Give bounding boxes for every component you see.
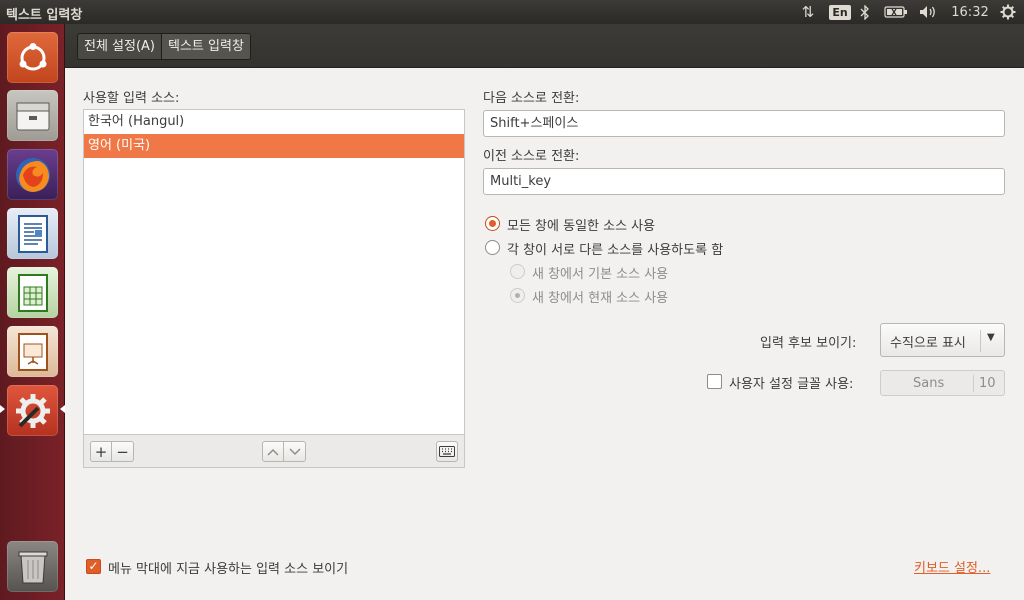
font-divider [973,375,974,392]
candidates-label: 입력 후보 보이기: [760,336,857,351]
show-indicator-checkbox[interactable]: ✓ [86,559,101,574]
window-title: 텍스트 입력창 [6,8,83,23]
font-name: Sans [913,376,945,391]
combo-divider [980,330,981,352]
same-source-label: 모든 창에 동일한 소스 사용 [507,219,656,234]
list-item[interactable]: 영어 (미국) [84,134,464,158]
same-source-radio[interactable] [485,216,500,231]
keyboard-layout-button[interactable] [436,441,458,462]
list-toolbar: + − [83,435,465,468]
chevron-down-icon [288,447,301,455]
settings-toolbar: 전체 설정(A) 텍스트 입력창 [65,24,1024,68]
next-source-label: 다음 소스로 전환: [483,91,580,106]
candidates-value: 수직으로 표시 [890,336,966,351]
language-badge: En [829,4,851,20]
remove-source-button[interactable]: − [112,441,134,462]
tab-text-entry[interactable]: 텍스트 입력창 [161,34,250,59]
add-source-button[interactable]: + [90,441,112,462]
chevron-up-icon [267,448,279,456]
keyboard-icon [439,446,455,457]
next-source-shortcut-field[interactable]: Shift+스페이스 [483,110,1005,137]
prev-source-shortcut-field[interactable]: Multi_key [483,168,1005,195]
input-sources-list[interactable]: 한국어 (Hangul) 영어 (미국) [83,109,465,435]
sources-label: 사용할 입력 소스: [83,91,180,106]
keyboard-indicator[interactable]: En [829,0,851,24]
move-down-button[interactable] [284,441,306,462]
dropdown-arrow-icon: ▼ [987,332,995,343]
different-source-label: 각 창이 서로 다른 소스를 사용하도록 함 [507,243,724,258]
gear-icon[interactable] [996,0,1020,24]
different-source-radio[interactable] [485,240,500,255]
system-settings-icon[interactable] [7,385,58,436]
font-picker-button[interactable]: Sans 10 [880,370,1005,396]
show-indicator-label: 메뉴 막대에 지금 사용하는 입력 소스 보이기 [108,562,349,577]
move-up-button[interactable] [262,441,284,462]
dash-home-icon[interactable] [7,32,58,83]
tab-all-settings[interactable]: 전체 설정(A) [78,34,161,59]
libreoffice-impress-icon[interactable] [7,326,58,377]
font-size: 10 [979,376,996,391]
running-indicator [0,405,5,413]
prev-source-label: 이전 소스로 전환: [483,149,580,164]
tab-group: 전체 설정(A) 텍스트 입력창 [77,33,251,60]
custom-font-label: 사용자 설정 글꼴 사용: [729,377,854,392]
custom-font-checkbox[interactable] [707,374,722,389]
candidates-orientation-select[interactable]: 수직으로 표시 ▼ [880,323,1005,357]
libreoffice-writer-icon[interactable] [7,208,58,259]
launcher [0,24,65,600]
new-window-current-label: 새 창에서 현재 소스 사용 [532,291,669,306]
top-panel: 텍스트 입력창 ⇅ En 16:32 [0,0,1024,24]
new-window-default-radio[interactable] [510,264,525,279]
new-window-current-radio[interactable] [510,288,525,303]
text-entry-panel: 사용할 입력 소스: 한국어 (Hangul) 영어 (미국) + − 다음 소… [65,68,1024,600]
firefox-icon[interactable] [7,149,58,200]
libreoffice-calc-icon[interactable] [7,267,58,318]
volume-icon[interactable] [916,0,940,24]
trash-icon[interactable] [7,541,58,592]
files-icon[interactable] [7,90,58,141]
clock[interactable]: 16:32 [948,0,992,24]
new-window-default-label: 새 창에서 기본 소스 사용 [532,267,669,282]
battery-icon[interactable] [882,0,910,24]
network-icon[interactable]: ⇅ [796,0,820,24]
list-item[interactable]: 한국어 (Hangul) [84,110,464,134]
bluetooth-icon[interactable] [856,0,874,24]
keyboard-settings-link[interactable]: 키보드 설정... [914,557,990,576]
